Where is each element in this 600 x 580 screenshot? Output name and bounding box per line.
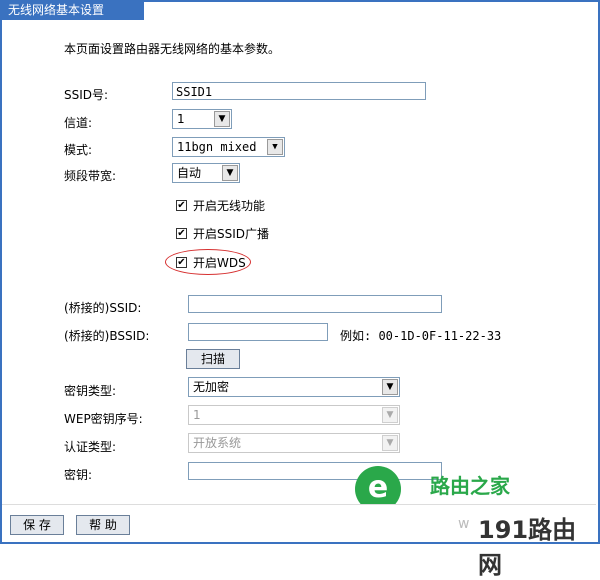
key-type-select[interactable]: 无加密 ▼ [188, 377, 400, 397]
bridge-ssid-label: (桥接的)SSID: [64, 301, 142, 315]
ssid-input[interactable]: SSID1 [172, 82, 426, 100]
bandwidth-value: 自动 [177, 166, 202, 180]
mode-select[interactable]: 11bgn mixed ▼ [172, 137, 285, 157]
key-type-value: 无加密 [193, 380, 230, 394]
chevron-down-icon: ▼ [222, 165, 238, 181]
watermark-site-text: 191路由网 [478, 516, 577, 579]
enable-wireless-checkbox[interactable]: ✔ [176, 200, 187, 211]
bridge-bssid-label: (桥接的)BSSID: [64, 329, 150, 343]
auth-type-select[interactable]: 开放系统 ▼ [188, 433, 400, 453]
chevron-down-icon: ▼ [382, 379, 398, 395]
bandwidth-label: 频段带宽: [64, 169, 117, 183]
scan-button[interactable]: 扫描 [186, 349, 240, 369]
bssid-example: 例如: 00-1D-0F-11-22-33 [340, 329, 502, 343]
window-title: 无线网络基本设置 [0, 0, 144, 20]
channel-value: 1 [177, 112, 185, 126]
enable-wireless-row[interactable]: ✔ 开启无线功能 [176, 197, 265, 214]
chevron-down-icon: ▼ [267, 139, 283, 155]
enable-ssid-broadcast-row[interactable]: ✔ 开启SSID广播 [176, 225, 269, 242]
watermark-dim-text: w [458, 516, 470, 532]
bridge-bssid-input[interactable] [188, 323, 328, 341]
chevron-down-icon: ▼ [382, 435, 398, 451]
wds-highlight-annotation [165, 249, 251, 275]
mode-value: 11bgn mixed [177, 140, 257, 154]
wep-index-value: 1 [193, 408, 201, 422]
enable-wireless-label: 开启无线功能 [193, 199, 266, 213]
bandwidth-select[interactable]: 自动 ▼ [172, 163, 240, 183]
wep-index-select[interactable]: 1 ▼ [188, 405, 400, 425]
auth-type-value: 开放系统 [193, 436, 242, 450]
chevron-down-icon: ▼ [214, 111, 230, 127]
channel-label: 信道: [64, 116, 93, 130]
enable-ssid-broadcast-checkbox[interactable]: ✔ [176, 228, 187, 239]
save-button[interactable]: 保 存 [10, 515, 64, 535]
auth-type-label: 认证类型: [64, 440, 117, 454]
bridge-ssid-input[interactable] [188, 295, 442, 313]
key-input[interactable] [188, 462, 442, 480]
mode-label: 模式: [64, 143, 93, 157]
wep-index-label: WEP密钥序号: [64, 412, 143, 426]
watermark-text: 路由之家 [430, 474, 510, 498]
help-button[interactable]: 帮 助 [76, 515, 130, 535]
page-intro: 本页面设置路由器无线网络的基本参数。 [64, 42, 281, 56]
chevron-down-icon: ▼ [382, 407, 398, 423]
ssid-label: SSID号: [64, 88, 109, 102]
channel-select[interactable]: 1 ▼ [172, 109, 232, 129]
key-label: 密钥: [64, 468, 93, 482]
key-type-label: 密钥类型: [64, 384, 117, 398]
enable-ssid-broadcast-label: 开启SSID广播 [193, 227, 270, 241]
